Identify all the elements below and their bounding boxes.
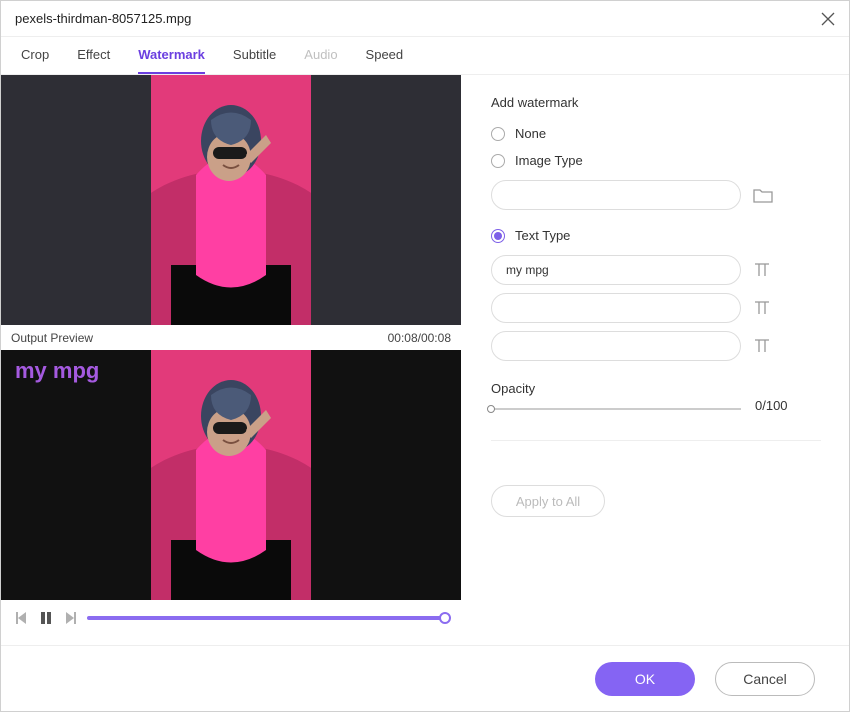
radio-image-label: Image Type — [515, 153, 583, 168]
tab-subtitle[interactable]: Subtitle — [233, 47, 276, 74]
radio-image-row[interactable]: Image Type — [491, 153, 821, 168]
text-line2-input[interactable] — [491, 293, 741, 323]
close-icon — [821, 12, 835, 26]
font-button-2[interactable] — [753, 299, 771, 317]
output-preview: my mpg — [1, 350, 461, 600]
cancel-button[interactable]: Cancel — [715, 662, 815, 696]
tab-crop[interactable]: Crop — [21, 47, 49, 74]
text-line3-input[interactable] — [491, 331, 741, 361]
text-line1-row — [491, 255, 821, 285]
opacity-section: Opacity 0/100 — [491, 381, 821, 414]
tab-effect[interactable]: Effect — [77, 47, 110, 74]
opacity-thumb[interactable] — [487, 405, 495, 413]
preview-info-bar: Output Preview 00:08/00:08 — [1, 325, 461, 350]
watermark-overlay-text: my mpg — [15, 358, 99, 384]
text-line2-row — [491, 293, 821, 323]
pause-icon — [39, 611, 53, 625]
image-path-row — [491, 180, 821, 210]
prev-icon — [15, 611, 29, 625]
font-button-1[interactable] — [753, 261, 771, 279]
window-title: pexels-thirdman-8057125.mpg — [15, 11, 191, 26]
prev-button[interactable] — [15, 611, 29, 625]
text-style-icon — [753, 261, 771, 279]
portrait-image-output — [151, 350, 311, 600]
browse-button[interactable] — [753, 186, 773, 204]
source-preview — [1, 75, 461, 325]
dialog-window: pexels-thirdman-8057125.mpg Crop Effect … — [0, 0, 850, 712]
time-display: 00:08/00:08 — [388, 331, 451, 345]
radio-text-row[interactable]: Text Type — [491, 228, 821, 243]
apply-all-button: Apply to All — [491, 485, 605, 517]
radio-image[interactable] — [491, 154, 505, 168]
next-icon — [63, 611, 77, 625]
text-style-icon — [753, 299, 771, 317]
font-button-3[interactable] — [753, 337, 771, 355]
image-path-input[interactable] — [491, 180, 741, 210]
ok-button[interactable]: OK — [595, 662, 695, 696]
text-line1-input[interactable] — [491, 255, 741, 285]
text-line3-row — [491, 331, 821, 361]
radio-text-label: Text Type — [515, 228, 570, 243]
folder-icon — [753, 186, 773, 204]
portrait-image — [151, 75, 311, 325]
tab-bar: Crop Effect Watermark Subtitle Audio Spe… — [1, 37, 849, 75]
radio-none[interactable] — [491, 127, 505, 141]
tab-speed[interactable]: Speed — [366, 47, 404, 74]
radio-text[interactable] — [491, 229, 505, 243]
footer: OK Cancel — [1, 645, 849, 711]
radio-none-label: None — [515, 126, 546, 141]
opacity-label: Opacity — [491, 381, 821, 396]
seek-slider[interactable] — [87, 616, 447, 620]
output-preview-label: Output Preview — [11, 331, 93, 345]
left-panel: Output Preview 00:08/00:08 my mpg — [1, 75, 461, 635]
titlebar: pexels-thirdman-8057125.mpg — [1, 1, 849, 37]
opacity-value: 0/100 — [755, 398, 788, 413]
seek-thumb[interactable] — [439, 612, 451, 624]
next-button[interactable] — [63, 611, 77, 625]
section-title: Add watermark — [491, 95, 821, 110]
playback-controls — [1, 600, 461, 635]
pause-button[interactable] — [39, 611, 53, 625]
right-panel: Add watermark None Image Type Text Type — [461, 75, 849, 635]
tab-watermark[interactable]: Watermark — [138, 47, 205, 74]
opacity-slider[interactable] — [491, 408, 741, 410]
close-button[interactable] — [821, 12, 835, 26]
text-style-icon — [753, 337, 771, 355]
tab-audio: Audio — [304, 47, 337, 74]
radio-none-row[interactable]: None — [491, 126, 821, 141]
body: Output Preview 00:08/00:08 my mpg — [1, 75, 849, 635]
